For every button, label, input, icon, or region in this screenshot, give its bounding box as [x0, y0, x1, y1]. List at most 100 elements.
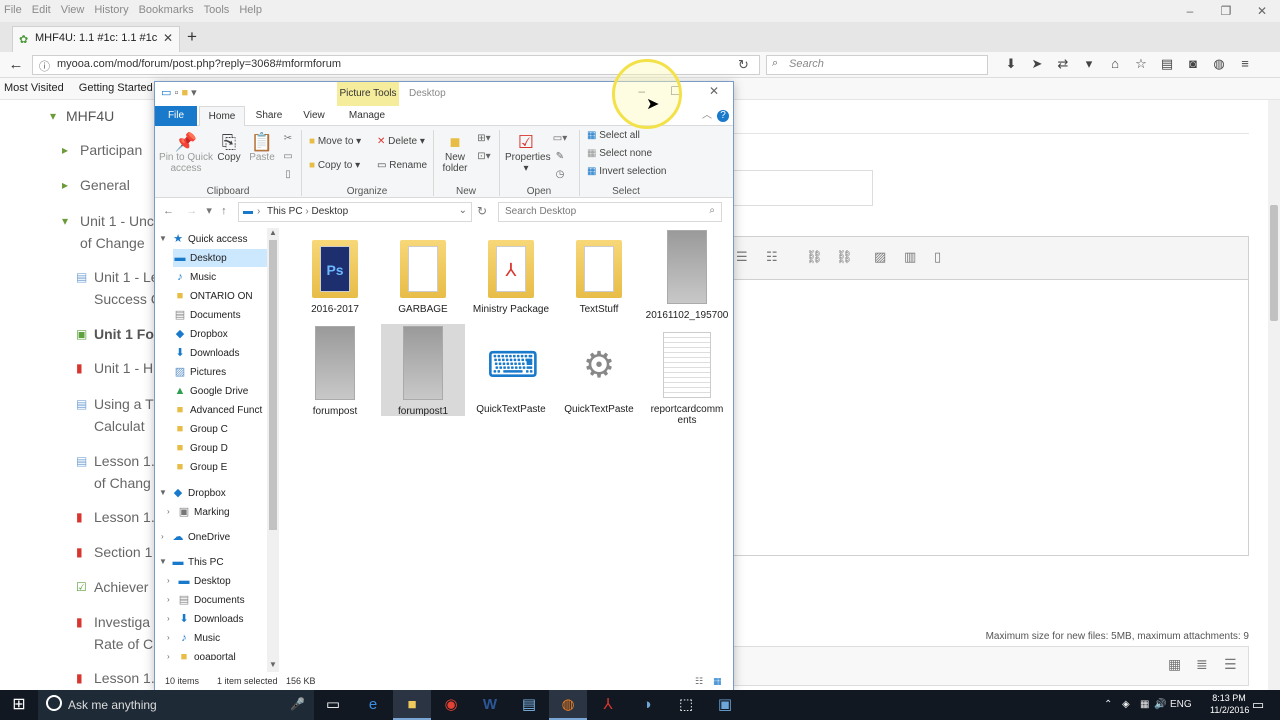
- pin-quick-access-button[interactable]: 📌 Pin to Quick access: [159, 132, 213, 174]
- help-icon[interactable]: ?: [717, 110, 729, 122]
- nav-item[interactable]: ▾ Unit 1 - Unc of Change: [62, 210, 154, 254]
- tree-pc-ooaportal[interactable]: ■ ooaportal: [177, 648, 267, 660]
- up-arrow-icon[interactable]: ↑: [221, 205, 227, 217]
- refresh-icon[interactable]: ↻: [477, 204, 487, 218]
- breadcrumb-desktop[interactable]: Desktop: [311, 206, 348, 217]
- tab-view[interactable]: View: [295, 106, 333, 126]
- new-folder-button[interactable]: ■ New folder: [439, 132, 471, 174]
- explorer-search-input[interactable]: Search Desktop ⌕: [498, 202, 722, 222]
- tree-qa-desktop[interactable]: ▬Desktop✦: [173, 249, 267, 267]
- close-icon[interactable]: ✕: [1244, 0, 1280, 22]
- app-window-icon[interactable]: ▣: [706, 690, 744, 720]
- file-item[interactable]: reportcardcomm ents: [645, 326, 729, 426]
- properties-qat-icon[interactable]: ▫: [174, 87, 178, 99]
- details-view-icon[interactable]: ☷: [695, 676, 703, 687]
- nav-item[interactable]: ▤ Using a T Calculat: [76, 393, 154, 437]
- send-icon[interactable]: ➤: [1024, 56, 1050, 72]
- forward-arrow-icon[interactable]: →: [186, 205, 197, 217]
- open-icon[interactable]: ▭▾: [553, 133, 567, 144]
- new-tab-icon[interactable]: +: [187, 27, 197, 47]
- expand-right-icon[interactable]: ›: [161, 532, 164, 541]
- image-icon[interactable]: ▨: [874, 249, 886, 265]
- tray-chevron-up-icon[interactable]: ⌃: [1104, 699, 1112, 710]
- nav-item[interactable]: ▮ Investiga Rate of C: [76, 611, 153, 655]
- select-none-button[interactable]: ▦ Select none: [587, 148, 652, 159]
- qat-dropdown-icon[interactable]: ▾: [191, 87, 197, 99]
- expand-right-icon[interactable]: ›: [167, 652, 170, 661]
- course-title[interactable]: ▾ MHF4U: [50, 105, 114, 127]
- menu-history[interactable]: History: [94, 4, 128, 16]
- tree-view-icon[interactable]: ☰: [1224, 656, 1237, 673]
- nav-item[interactable]: ▤ Unit 1 - Le Success C: [76, 266, 161, 310]
- back-arrow-icon[interactable]: ←: [6, 55, 26, 75]
- keyboard-language[interactable]: ENG: [1170, 699, 1192, 710]
- action-center-icon[interactable]: ▭: [1246, 690, 1270, 720]
- tab-file[interactable]: File: [155, 106, 197, 126]
- tree-onedrive[interactable]: ☁ OneDrive: [171, 528, 267, 546]
- taskbar-clock[interactable]: 8:13 PM 11/2/2016: [1210, 692, 1249, 716]
- tree-qa-group-e[interactable]: ■ Group E: [173, 458, 267, 476]
- subject-input[interactable]: [733, 170, 873, 206]
- tree-qa-music[interactable]: ♪Music✦: [173, 268, 267, 286]
- scroll-down-icon[interactable]: ▼: [269, 660, 277, 669]
- select-all-button[interactable]: ▦ Select all: [587, 130, 640, 141]
- menu-tools[interactable]: Tools: [204, 4, 230, 16]
- recent-dropdown-icon[interactable]: ▾: [206, 205, 212, 217]
- browser-search-input[interactable]: ⌕ Search: [766, 55, 988, 75]
- nav-item[interactable]: ☑ Achiever: [76, 576, 148, 598]
- file-item[interactable]: TextStuff: [557, 234, 641, 315]
- invert-selection-button[interactable]: ▦ Invert selection: [587, 166, 667, 177]
- volume-icon[interactable]: 🔊: [1154, 699, 1166, 710]
- file-item[interactable]: GARBAGE: [381, 234, 465, 315]
- media-icon[interactable]: ▥: [904, 249, 916, 265]
- breadcrumb-this-pc[interactable]: This PC: [267, 206, 303, 217]
- grid-view-icon[interactable]: ▦: [1168, 656, 1181, 673]
- copy-to-button[interactable]: ■ Copy to ▾: [309, 160, 360, 171]
- microphone-icon[interactable]: 🎤: [290, 697, 305, 711]
- share-icon[interactable]: ⇄: [1050, 56, 1076, 72]
- acrobat-icon[interactable]: ⅄: [589, 690, 627, 720]
- nav-item[interactable]: ▤ Lesson 1. of Chang: [76, 450, 155, 494]
- delete-button[interactable]: ✕ Delete ▾: [377, 136, 425, 147]
- globe-icon[interactable]: ◍: [1206, 56, 1232, 72]
- new-folder-qat-icon[interactable]: ■: [181, 87, 188, 99]
- windows-start-icon[interactable]: ⊞: [0, 690, 38, 720]
- address-bar[interactable]: ▬ › This PC › Desktop ⌄: [238, 202, 472, 222]
- expand-right-icon[interactable]: ›: [167, 595, 170, 604]
- tree-quick-access[interactable]: ★ Quick access: [171, 230, 267, 248]
- nav-item-current[interactable]: ▣ Unit 1 For: [76, 323, 159, 345]
- expand-right-icon[interactable]: ›: [167, 576, 170, 585]
- dropdown-icon[interactable]: ▾: [1076, 56, 1102, 72]
- file-item-selected[interactable]: forumpost1: [381, 324, 465, 417]
- snipping-tool-icon[interactable]: ⬚: [667, 690, 705, 720]
- nav-item[interactable]: ▸ Participan: [62, 139, 142, 161]
- list-view-icon[interactable]: ≣: [1196, 656, 1208, 673]
- copy-path-icon[interactable]: ▭: [283, 151, 292, 162]
- nav-item[interactable]: ▮ Section 1: [76, 541, 152, 563]
- expand-down-icon[interactable]: ▼: [159, 557, 167, 566]
- history-icon[interactable]: ◷: [556, 169, 565, 180]
- tree-qa-documents[interactable]: ▤Documents✦: [173, 306, 267, 324]
- rename-button[interactable]: ▭ Rename: [377, 160, 427, 171]
- scroll-up-icon[interactable]: ▲: [269, 228, 277, 237]
- cut-icon[interactable]: ✂: [284, 133, 292, 144]
- reader-icon[interactable]: ▤: [1154, 56, 1180, 72]
- file-item[interactable]: ⅄ Ministry Package: [469, 234, 553, 315]
- close-icon[interactable]: ✕: [709, 84, 719, 98]
- file-explorer-taskbar-icon[interactable]: ■: [393, 690, 431, 720]
- move-to-button[interactable]: ■ Move to ▾: [309, 136, 361, 147]
- navigation-scrollbar[interactable]: ▲ ▼: [267, 228, 279, 672]
- properties-button[interactable]: ☑ Properties ▾: [505, 132, 551, 174]
- tree-qa-ontario[interactable]: ■ONTARIO ON✦: [173, 287, 267, 305]
- menu-bookmarks[interactable]: Bookmarks: [139, 4, 194, 16]
- message-editor[interactable]: [733, 236, 1249, 556]
- nav-item[interactable]: ▮ Lesson 1.: [76, 667, 155, 689]
- expand-right-icon[interactable]: ›: [167, 633, 170, 642]
- tree-qa-downloads[interactable]: ⬇Downloads✦: [173, 344, 267, 362]
- file-icon[interactable]: ▯: [934, 249, 941, 265]
- task-view-icon[interactable]: ▭: [314, 690, 352, 720]
- bookmark-most-visited[interactable]: Most Visited: [4, 82, 64, 94]
- ribbon-collapse-icon[interactable]: ︿: [701, 106, 713, 126]
- paste-button[interactable]: 📋 Paste: [247, 132, 277, 163]
- back-arrow-icon[interactable]: ←: [163, 205, 174, 217]
